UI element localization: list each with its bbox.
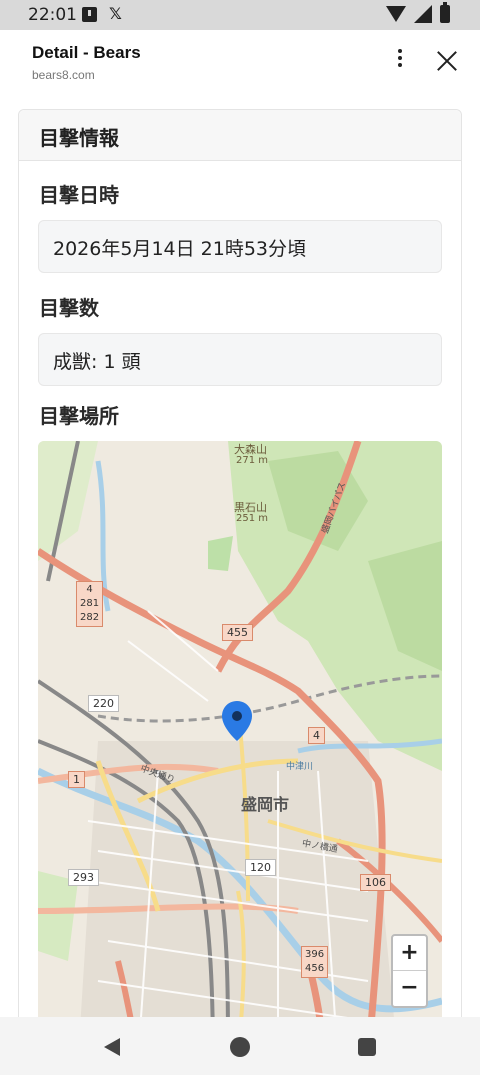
datetime-label: 目撃日時 (39, 183, 119, 207)
route-shield-455: 455 (222, 624, 253, 641)
system-nav-bar (0, 1017, 480, 1075)
sighting-card: 目撃情報 目撃日時 2026年5月14日 21時53分頃 目撃数 成獣: 1 頭… (18, 109, 462, 1017)
route-shield-4-281-282: 4 281 282 (76, 581, 104, 627)
location-label: 目撃場所 (39, 404, 119, 428)
map-label-city: 盛岡市 (241, 795, 290, 814)
page-content: 目撃情報 目撃日時 2026年5月14日 21時53分頃 目撃数 成獣: 1 頭… (0, 94, 480, 1017)
count-field: 成獣: 1 頭 (38, 333, 442, 386)
home-icon[interactable] (230, 1037, 250, 1057)
route-shield-396-456: 396 456 (301, 946, 329, 978)
x-app-icon: 𝕏 (109, 4, 122, 23)
more-options-icon[interactable] (388, 46, 412, 74)
back-icon[interactable] (104, 1038, 120, 1056)
signal-icon (414, 5, 432, 23)
map-label-river: 中津川 (286, 762, 314, 772)
zoom-control: + − (391, 934, 428, 1008)
zoom-out-button[interactable]: − (393, 971, 426, 1006)
page-title: Detail - Bears (32, 43, 141, 62)
card-header: 目撃情報 (19, 110, 461, 161)
route-shield-106: 106 (360, 874, 391, 891)
datetime-field: 2026年5月14日 21時53分頃 (38, 220, 442, 273)
map-label-mountain2-height: 251 m (236, 513, 269, 524)
map-label-mountain1-height: 271 m (236, 455, 269, 466)
notification-icon (82, 7, 97, 22)
route-shield-120: 120 (245, 859, 276, 876)
route-shield-293: 293 (68, 869, 99, 886)
browser-toolbar: Detail - Bears bears8.com (0, 30, 480, 94)
status-time: 22:01 (28, 5, 77, 25)
route-shield-1: 1 (68, 771, 85, 788)
map-tiles (38, 441, 442, 1017)
count-label: 目撃数 (39, 296, 99, 320)
page-url[interactable]: bears8.com (32, 68, 95, 82)
zoom-in-button[interactable]: + (393, 936, 426, 971)
status-bar: 22:01 𝕏 (0, 0, 480, 30)
route-shield-4b: 4 (308, 727, 325, 744)
close-icon[interactable] (434, 48, 460, 74)
battery-icon (440, 2, 450, 23)
recent-apps-icon[interactable] (358, 1038, 376, 1056)
location-map[interactable]: 大森山 271 m 黒石山 251 m 盛岡市 4 281 282 455 220 … (38, 441, 442, 1017)
route-shield-220: 220 (88, 695, 119, 712)
wifi-icon (386, 6, 406, 22)
